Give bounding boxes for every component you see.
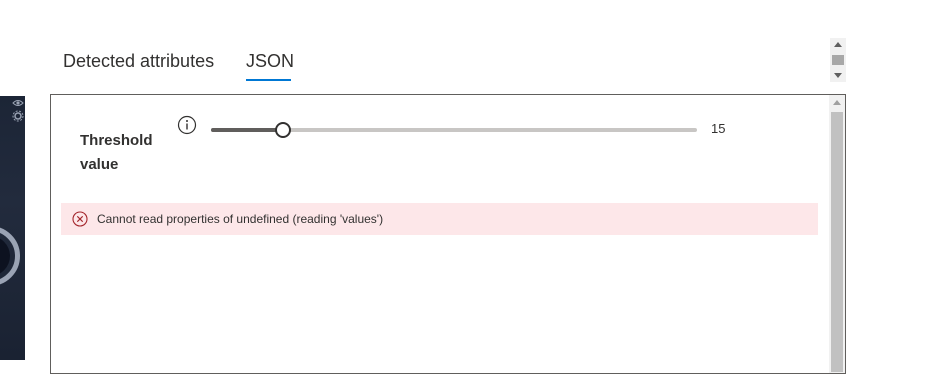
threshold-slider[interactable]	[211, 119, 697, 139]
gear-icon[interactable]	[12, 110, 24, 122]
slider-thumb[interactable]	[274, 122, 291, 138]
scrollbar-thumb[interactable]	[832, 55, 844, 65]
error-message-text: Cannot read properties of undefined (rea…	[97, 212, 384, 226]
error-circle-x-icon	[72, 211, 88, 227]
scroll-up-arrow-icon[interactable]	[833, 100, 841, 105]
outer-scrollbar[interactable]	[830, 38, 846, 82]
image-preview-strip	[0, 96, 25, 360]
threshold-value: 15	[711, 121, 726, 136]
scroll-down-arrow-icon[interactable]	[834, 73, 842, 78]
threshold-label: Threshold value	[80, 132, 153, 173]
tab-detected-attributes[interactable]: Detected attributes	[63, 40, 214, 82]
info-icon[interactable]	[177, 115, 197, 135]
slider-fill	[211, 128, 283, 132]
scrollbar-thumb[interactable]	[831, 112, 843, 372]
error-message-bar: Cannot read properties of undefined (rea…	[61, 203, 818, 235]
json-panel: Threshold value 15 Cannot read propertie…	[50, 94, 846, 374]
panel-scrollbar[interactable]	[829, 95, 845, 373]
tab-selected-indicator	[246, 79, 291, 81]
scroll-up-arrow-icon[interactable]	[834, 42, 842, 47]
eye-icon[interactable]	[12, 98, 24, 108]
tab-json[interactable]: JSON	[246, 40, 294, 82]
